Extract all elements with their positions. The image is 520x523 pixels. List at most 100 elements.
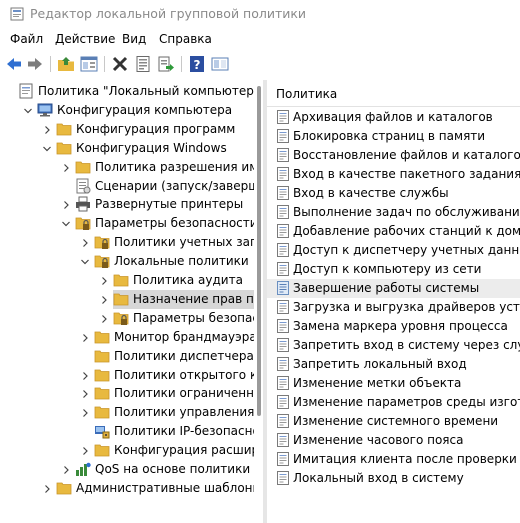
policy-row[interactable]: Завершение работы системы <box>267 279 520 298</box>
expand-right-chevron-icon[interactable] <box>80 332 90 342</box>
expand-right-chevron-icon[interactable] <box>80 445 90 456</box>
tree-item[interactable]: Политика аудита <box>0 271 263 290</box>
expand-down-chevron-icon[interactable] <box>42 143 52 153</box>
tree-item[interactable]: Конфигурация программ <box>0 120 263 139</box>
menu-view[interactable]: Вид <box>122 32 146 46</box>
policy-row[interactable]: Изменение параметров среды изготовит <box>267 393 520 412</box>
policy-row[interactable]: Восстановление файлов и каталогов <box>267 146 520 165</box>
tree-scrollbar-thumb[interactable] <box>257 86 261 416</box>
tree-item[interactable]: Политики открытого ключ <box>0 366 263 385</box>
expand-down-chevron-icon[interactable] <box>80 256 90 266</box>
tree-item[interactable]: QoS на основе политики <box>0 460 263 479</box>
folder-icon <box>56 140 72 156</box>
expand-right-chevron-icon[interactable] <box>61 199 71 210</box>
policy-row[interactable]: Архивация файлов и каталогов <box>267 108 520 127</box>
tree-item[interactable]: Политика разрешения имен <box>0 158 263 177</box>
expand-right-chevron-icon[interactable] <box>99 294 109 304</box>
view-icon[interactable] <box>211 55 229 73</box>
tree-item[interactable]: Назначение прав польз <box>102 289 263 309</box>
tree-item-label: Политика "Локальный компьютер" <box>38 84 260 98</box>
tree-item[interactable]: Параметры безопасно <box>0 309 263 328</box>
properties-icon[interactable] <box>134 55 152 73</box>
policy-row[interactable]: Вход в качестве службы <box>267 184 520 203</box>
tree-item[interactable]: Конфигурация Windows <box>0 139 263 158</box>
tree-item[interactable]: Политики диспетчера спи <box>0 347 263 366</box>
folder-icon <box>94 367 110 383</box>
back-icon[interactable] <box>5 55 23 73</box>
tree-item[interactable]: Политики IP-безопасности <box>0 422 263 441</box>
tree-item-label: Конфигурация Windows <box>76 140 227 155</box>
policy-row[interactable]: Доступ к компьютеру из сети <box>267 260 520 279</box>
policy-setting-icon <box>275 128 291 144</box>
menu-help[interactable]: Справка <box>159 32 212 46</box>
expand-right-chevron-icon[interactable] <box>80 407 90 418</box>
policy-row[interactable]: Изменение часового пояса <box>267 431 520 450</box>
policy-row[interactable]: Вход в качестве пакетного задания <box>267 165 520 184</box>
delete-icon[interactable] <box>111 55 129 73</box>
expand-right-chevron-icon[interactable] <box>80 370 90 380</box>
policy-setting-icon <box>275 280 291 296</box>
help-icon[interactable]: ? <box>188 55 206 73</box>
menu-action[interactable]: Действие <box>55 32 115 46</box>
policy-row[interactable]: Доступ к диспетчеру учетных данных от и <box>267 241 520 260</box>
policy-name: Имитация клиента после проверки подли <box>293 452 520 466</box>
policy-row[interactable]: Запретить вход в систему через службу у <box>267 336 520 355</box>
policy-row[interactable]: Добавление рабочих станций к домену <box>267 222 520 241</box>
expand-right-chevron-icon[interactable] <box>42 483 52 493</box>
policy-row[interactable]: Выполнение задач по обслуживанию том <box>267 203 520 222</box>
policy-row[interactable]: Имитация клиента после проверки подли <box>267 450 520 469</box>
folder-icon <box>113 291 129 307</box>
tree-item[interactable]: Локальные политики <box>0 252 263 271</box>
tree-item[interactable]: Сценарии (запуск/завершени <box>0 177 263 196</box>
tree-scrollbar[interactable] <box>254 86 263 506</box>
policy-setting-icon <box>275 470 291 486</box>
menu-file[interactable]: Файл <box>10 32 43 46</box>
expand-right-chevron-icon[interactable] <box>99 275 109 285</box>
export-list-icon[interactable] <box>157 55 175 73</box>
tree-item[interactable]: Политики ограниченного <box>0 384 263 403</box>
policy-row[interactable]: Замена маркера уровня процесса <box>267 317 520 336</box>
tree-item-label: Сценарии (запуск/завершени <box>95 178 263 193</box>
security-folder-icon <box>94 253 110 269</box>
policy-row[interactable]: Загрузка и выгрузка драйверов устройст <box>267 298 520 317</box>
policy-setting-icon <box>275 204 291 220</box>
column-header-policy[interactable]: Политика <box>267 80 520 107</box>
forward-icon[interactable] <box>26 55 44 73</box>
policy-setting-icon <box>275 413 291 429</box>
policy-name: Изменение метки объекта <box>293 376 462 390</box>
policy-row[interactable]: Изменение метки объекта <box>267 374 520 393</box>
tree-item[interactable]: Конфигурация компьютера <box>0 101 263 120</box>
tree-item[interactable]: Конфигурация расширени <box>0 441 263 460</box>
tree-item[interactable]: Развернутые принтеры <box>0 195 263 214</box>
policy-name: Вход в качестве пакетного задания <box>293 167 520 181</box>
tree-horizontal-scrollbar[interactable] <box>0 510 263 523</box>
expand-down-chevron-icon[interactable] <box>61 218 71 228</box>
expand-right-chevron-icon[interactable] <box>42 124 52 134</box>
tree-item[interactable]: Политики управления при <box>0 403 263 422</box>
expand-right-chevron-icon[interactable] <box>80 237 90 248</box>
tree-item[interactable]: Административные шаблоны <box>0 479 263 498</box>
tree-item[interactable]: Параметры безопасности <box>0 214 263 233</box>
column-header-label: Политика <box>276 87 338 101</box>
policy-name: Локальный вход в систему <box>293 471 464 485</box>
expand-down-chevron-icon[interactable] <box>23 105 33 115</box>
show-hide-tree-icon[interactable] <box>80 55 98 73</box>
tree-item[interactable]: Монитор брандмауэра За <box>0 328 263 347</box>
policy-row[interactable]: Изменение системного времени <box>267 412 520 431</box>
tree-item[interactable]: Политика "Локальный компьютер" <box>0 82 263 101</box>
policy-setting-icon <box>275 451 291 467</box>
expand-right-chevron-icon[interactable] <box>80 388 90 399</box>
policy-setting-icon <box>275 318 291 334</box>
expand-right-chevron-icon[interactable] <box>61 162 71 172</box>
policy-name: Выполнение задач по обслуживанию том <box>293 205 520 219</box>
policy-name: Изменение часового пояса <box>293 433 464 447</box>
policy-row[interactable]: Локальный вход в систему <box>267 469 520 488</box>
tree-item[interactable]: Политики учетных записе <box>0 233 263 252</box>
expand-right-chevron-icon[interactable] <box>99 313 109 323</box>
expand-right-chevron-icon[interactable] <box>61 464 71 474</box>
policy-row[interactable]: Блокировка страниц в памяти <box>267 127 520 146</box>
policy-row[interactable]: Запретить локальный вход <box>267 355 520 374</box>
up-folder-icon[interactable] <box>57 55 75 73</box>
toolbar: ? <box>0 50 520 78</box>
policy-icon <box>18 83 34 99</box>
